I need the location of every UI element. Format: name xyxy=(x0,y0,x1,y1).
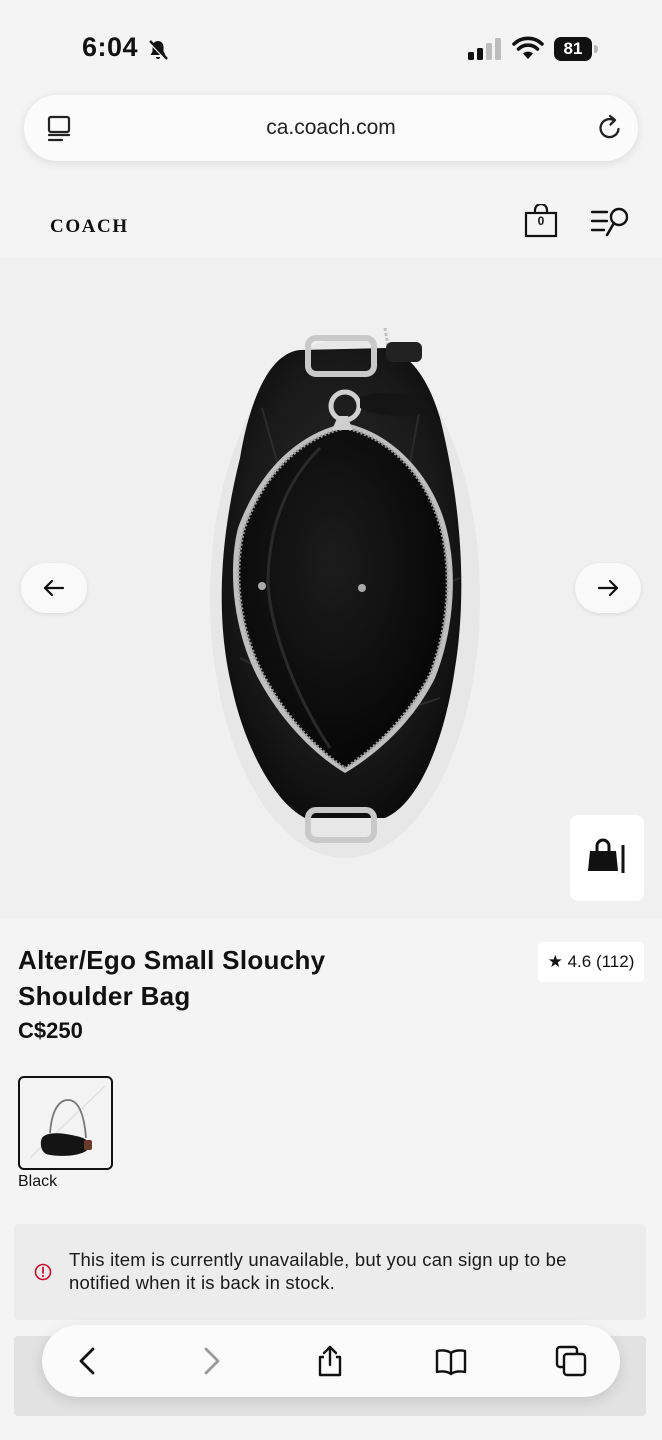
forward-icon[interactable] xyxy=(194,1344,228,1378)
notice-text: This item is currently unavailable, but … xyxy=(69,1249,567,1293)
product-image-gallery[interactable] xyxy=(0,258,662,918)
reader-view-icon[interactable] xyxy=(46,115,72,143)
product-price: C$250 xyxy=(18,1018,83,1043)
next-image-button[interactable] xyxy=(575,563,641,613)
status-bar: 6:04 81 xyxy=(0,0,662,96)
battery-icon: 81 xyxy=(554,37,600,61)
view-in-ar-button[interactable] xyxy=(570,815,644,901)
coach-logo[interactable]: COACH xyxy=(50,216,129,238)
arrow-left-icon xyxy=(43,579,65,597)
rating-badge[interactable]: ★ 4.6 (112) xyxy=(538,942,644,982)
address-bar[interactable]: ca.coach.com xyxy=(24,95,638,161)
product-image xyxy=(210,327,480,858)
cellular-signal-icon xyxy=(468,38,501,60)
cart-count: 0 xyxy=(537,214,545,228)
color-label: Black xyxy=(18,1173,58,1190)
previous-image-button[interactable] xyxy=(21,563,87,613)
product-title-line-1: Alter/Ego Small Slouchy xyxy=(18,945,326,975)
back-icon[interactable] xyxy=(71,1344,105,1378)
battery-level: 81 xyxy=(554,37,592,61)
product-title-line-2: Shoulder Bag xyxy=(18,981,191,1011)
view-in-ar-bag-icon xyxy=(588,838,625,873)
color-swatch-black[interactable] xyxy=(18,1076,113,1170)
status-time: 6:04 xyxy=(82,32,139,62)
url-text[interactable]: ca.coach.com xyxy=(24,95,638,161)
product-title: Alter/Ego Small Slouchy Shoulder Bag xyxy=(18,942,438,1014)
menu-search-icon[interactable] xyxy=(590,206,630,238)
tabs-icon[interactable] xyxy=(554,1344,588,1378)
bookmarks-icon[interactable] xyxy=(434,1344,468,1378)
bell-slash-icon xyxy=(148,40,168,61)
reload-icon[interactable] xyxy=(596,114,624,142)
wifi-icon xyxy=(512,36,544,59)
alert-circle-icon xyxy=(34,1263,52,1281)
arrow-right-icon xyxy=(597,579,619,597)
swatch-thumbnail xyxy=(29,1085,106,1159)
share-icon[interactable] xyxy=(313,1344,347,1378)
